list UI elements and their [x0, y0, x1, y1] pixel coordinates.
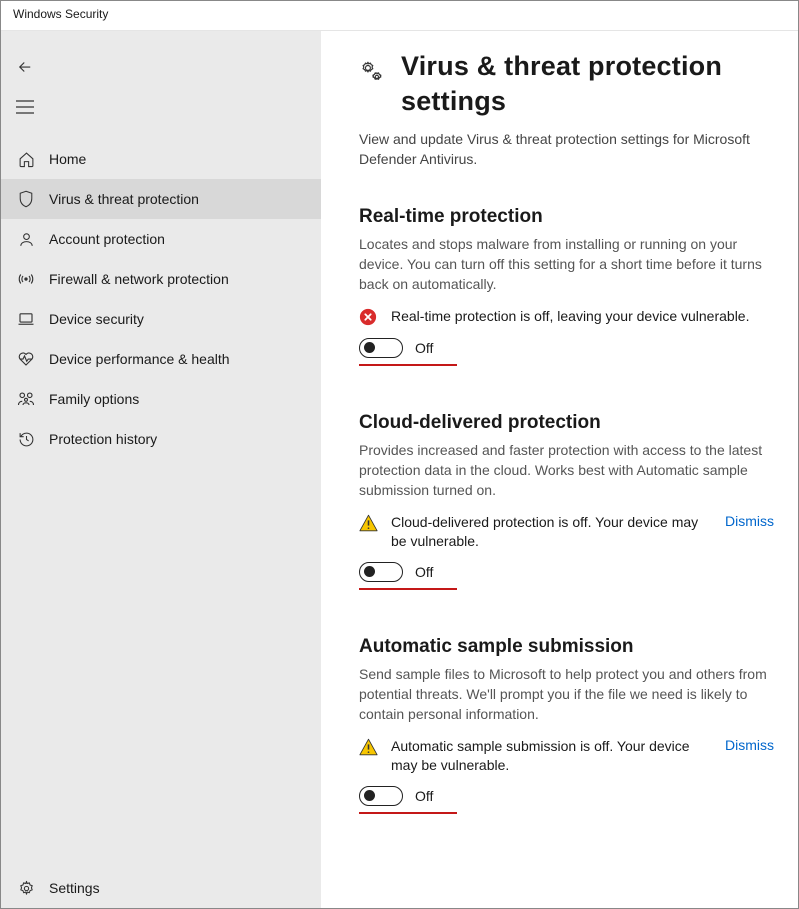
section-title: Cloud-delivered protection	[359, 412, 774, 434]
nav-item-home[interactable]: Home	[1, 139, 321, 179]
back-button[interactable]	[1, 47, 49, 87]
section-title: Automatic sample submission	[359, 636, 774, 658]
nav-item-family[interactable]: Family options	[1, 379, 321, 419]
nav-item-virus-threat[interactable]: Virus & threat protection	[1, 179, 321, 219]
cloud-toggle[interactable]	[359, 562, 403, 582]
nav-item-account[interactable]: Account protection	[1, 219, 321, 259]
toggle-state-label: Off	[415, 340, 433, 356]
hamburger-icon	[16, 100, 34, 114]
toggle-row: Off	[359, 562, 457, 590]
toggle-state-label: Off	[415, 564, 433, 580]
nav-label: Device performance & health	[49, 351, 230, 367]
alert-row: Real-time protection is off, leaving you…	[359, 307, 774, 328]
family-icon	[17, 390, 35, 408]
section-desc: Provides increased and faster protection…	[359, 440, 774, 501]
broadcast-icon	[17, 270, 35, 288]
history-icon	[17, 430, 35, 448]
gear-icon	[17, 879, 35, 897]
nav-item-firewall[interactable]: Firewall & network protection	[1, 259, 321, 299]
alert-row: Cloud-delivered protection is off. Your …	[359, 513, 774, 552]
warning-icon	[359, 514, 379, 534]
window-titlebar: Windows Security	[1, 1, 798, 31]
nav-label: Account protection	[49, 231, 165, 247]
warning-icon	[359, 738, 379, 758]
nav-label: Protection history	[49, 431, 157, 447]
nav-list: Home Virus & threat protection Account p…	[1, 139, 321, 908]
sidebar: Home Virus & threat protection Account p…	[1, 31, 321, 908]
sample-toggle[interactable]	[359, 786, 403, 806]
page-title: Virus & threat protection settings	[401, 49, 774, 119]
home-icon	[17, 150, 35, 168]
toggle-row: Off	[359, 786, 457, 814]
section-desc: Locates and stops malware from installin…	[359, 234, 774, 295]
toggle-row: Off	[359, 338, 457, 366]
window-title: Windows Security	[13, 7, 108, 21]
nav-item-performance[interactable]: Device performance & health	[1, 339, 321, 379]
alert-text: Real-time protection is off, leaving you…	[391, 307, 774, 327]
back-arrow-icon	[16, 58, 34, 76]
nav-label: Home	[49, 151, 86, 167]
nav-item-device-security[interactable]: Device security	[1, 299, 321, 339]
nav-label: Device security	[49, 311, 144, 327]
nav-label: Virus & threat protection	[49, 191, 199, 207]
realtime-toggle[interactable]	[359, 338, 403, 358]
error-icon	[359, 308, 379, 328]
toggle-state-label: Off	[415, 788, 433, 804]
nav-label: Family options	[49, 391, 139, 407]
nav-label: Firewall & network protection	[49, 271, 229, 287]
page-header: Virus & threat protection settings	[359, 49, 774, 119]
section-realtime: Real-time protection Locates and stops m…	[359, 206, 774, 366]
nav-item-history[interactable]: Protection history	[1, 419, 321, 459]
shield-icon	[17, 190, 35, 208]
dismiss-link[interactable]: Dismiss	[725, 737, 774, 753]
alert-text: Automatic sample submission is off. Your…	[391, 737, 705, 776]
section-title: Real-time protection	[359, 206, 774, 228]
heartbeat-icon	[17, 350, 35, 368]
dismiss-link[interactable]: Dismiss	[725, 513, 774, 529]
section-cloud: Cloud-delivered protection Provides incr…	[359, 412, 774, 590]
page-subtitle: View and update Virus & threat protectio…	[359, 129, 774, 170]
alert-row: Automatic sample submission is off. Your…	[359, 737, 774, 776]
settings-gears-icon	[359, 49, 387, 119]
person-icon	[17, 230, 35, 248]
main-content: Virus & threat protection settings View …	[321, 31, 798, 908]
section-sample: Automatic sample submission Send sample …	[359, 636, 774, 814]
section-desc: Send sample files to Microsoft to help p…	[359, 664, 774, 725]
hamburger-menu-button[interactable]	[1, 87, 49, 127]
alert-text: Cloud-delivered protection is off. Your …	[391, 513, 705, 552]
laptop-icon	[17, 310, 35, 328]
nav-label: Settings	[49, 880, 100, 896]
nav-item-settings[interactable]: Settings	[1, 868, 321, 908]
